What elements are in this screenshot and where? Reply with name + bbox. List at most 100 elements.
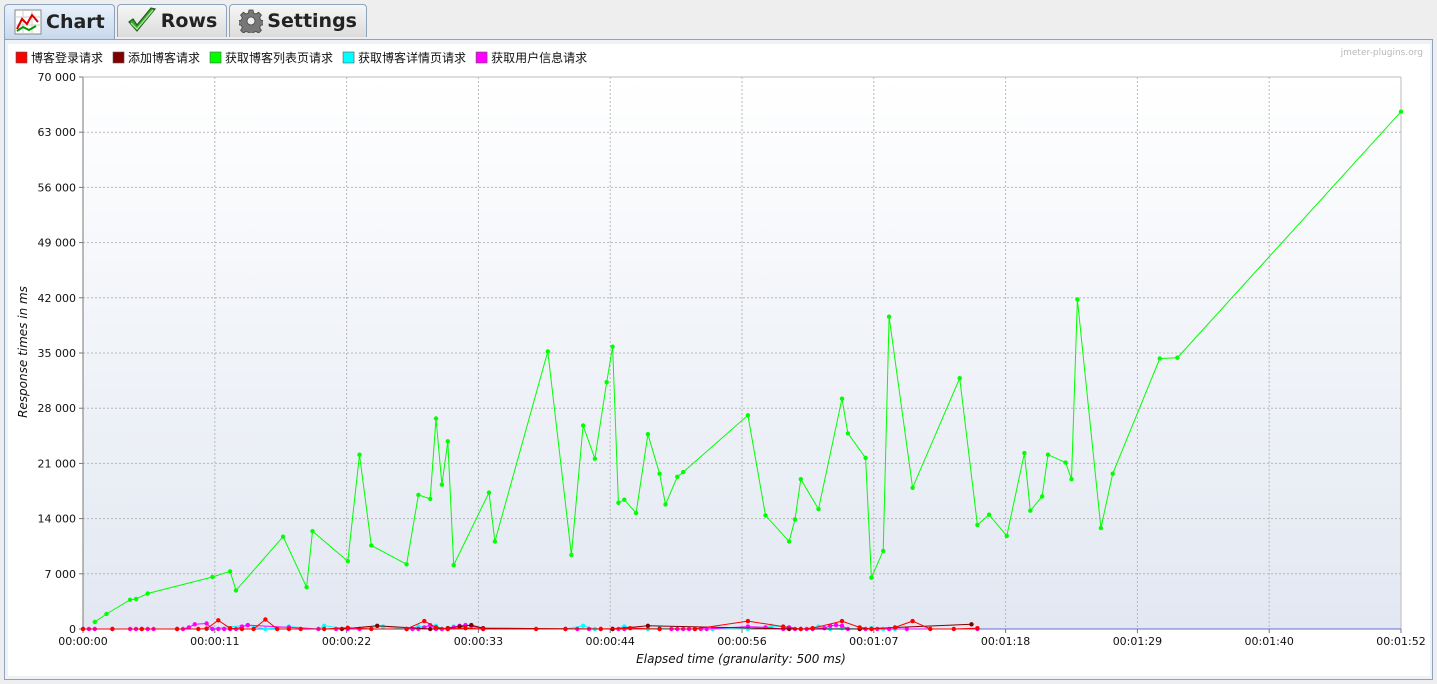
data-point (216, 618, 221, 623)
data-point (839, 396, 845, 401)
legend-label: 添加博客请求 (128, 50, 200, 65)
data-point (1039, 494, 1045, 499)
legend-swatch (342, 51, 355, 64)
data-point (357, 452, 362, 457)
data-point (975, 522, 980, 528)
x-tick-label: 00:00:22 (322, 635, 371, 648)
data-point (375, 623, 380, 628)
y-tick-label: 21 000 (38, 457, 77, 470)
legend-swatch (209, 51, 222, 64)
y-tick-label: 56 000 (38, 181, 77, 194)
x-tick-label: 00:01:29 (1113, 635, 1162, 648)
chart-area: 07 000 14 000 21 000 28 000 35 000 42 000 49 0… (8, 44, 1430, 676)
data-point (569, 552, 574, 558)
data-point (881, 548, 886, 554)
data-point (592, 456, 598, 461)
data-point (416, 626, 421, 632)
y-tick-label: 42 000 (38, 292, 77, 305)
data-point (192, 622, 197, 627)
data-point (545, 349, 550, 354)
x-tick-label: 00:00:33 (454, 635, 503, 648)
legend-label: 博客登录请求 (31, 50, 103, 65)
data-point (951, 626, 956, 632)
data-point (110, 626, 115, 632)
data-point (886, 314, 892, 319)
data-point (139, 626, 144, 632)
data-point (1175, 355, 1180, 360)
data-point (369, 543, 374, 548)
data-point (333, 626, 339, 632)
legend-label: 获取用户信息请求 (491, 50, 587, 65)
data-point (822, 626, 827, 631)
data-point (845, 431, 851, 436)
data-point (233, 588, 239, 593)
data-point (675, 474, 680, 479)
legend-swatch (15, 51, 28, 64)
data-point (204, 621, 209, 626)
x-tick-label: 00:00:11 (190, 635, 239, 648)
data-point (174, 626, 180, 632)
data-point (469, 622, 474, 628)
data-point (310, 529, 315, 534)
data-point (1110, 471, 1115, 476)
tab-bar: Chart Rows Settings (4, 4, 367, 39)
data-point (422, 618, 427, 624)
legend-swatch (475, 51, 488, 64)
x-tick-label: 00:01:18 (981, 635, 1030, 648)
data-point (345, 559, 350, 564)
data-point (533, 626, 539, 632)
data-point (127, 597, 133, 602)
data-point (645, 432, 651, 437)
data-point (286, 626, 292, 632)
data-point (275, 626, 280, 632)
data-point (1075, 297, 1080, 302)
tab-chart[interactable]: Chart (4, 4, 115, 39)
data-point (445, 439, 450, 444)
x-tick-label: 00:00:00 (58, 635, 107, 648)
x-tick-label: 00:00:44 (585, 635, 634, 648)
data-point (222, 626, 227, 632)
x-tick-label: 00:01:40 (1244, 635, 1293, 648)
data-point (1398, 109, 1404, 114)
data-point (369, 626, 374, 632)
data-point (580, 423, 586, 428)
tab-settings[interactable]: Settings (229, 4, 367, 37)
data-point (610, 344, 615, 349)
data-point (786, 539, 792, 544)
chart-icon (14, 9, 42, 35)
legend-label: 获取博客详情页请求 (358, 50, 466, 65)
data-point (428, 626, 433, 632)
y-tick-label: 7 000 (45, 568, 77, 581)
y-tick-label: 70 000 (38, 71, 77, 84)
data-point (792, 517, 798, 522)
data-point (833, 622, 839, 628)
tab-chart-label: Chart (46, 11, 105, 33)
data-point (263, 617, 268, 622)
data-point (580, 623, 586, 628)
data-point (210, 574, 215, 580)
data-point (298, 626, 303, 632)
watermark: jmeter-plugins.org (1340, 48, 1423, 58)
data-point (433, 625, 439, 630)
data-point (1069, 477, 1074, 482)
data-point (227, 626, 233, 631)
data-point (1098, 525, 1104, 531)
x-tick-label: 00:00:56 (717, 635, 766, 648)
y-tick-label: 35 000 (38, 347, 77, 360)
data-point (633, 510, 639, 516)
data-point (910, 618, 915, 624)
data-point (681, 469, 686, 475)
y-tick-label: 63 000 (38, 126, 77, 139)
tab-rows[interactable]: Rows (116, 4, 228, 37)
data-point (339, 626, 345, 632)
data-point (1022, 450, 1027, 456)
data-point (204, 626, 209, 631)
data-point (986, 512, 992, 517)
y-tick-label: 14 000 (38, 513, 77, 526)
response-times-chart: 07 00014 00021 00028 00035 00042 00049 0… (15, 48, 1426, 666)
data-point (857, 625, 862, 630)
tab-rows-label: Rows (160, 10, 218, 32)
data-point (1028, 508, 1033, 513)
data-point (486, 490, 492, 495)
data-point (492, 539, 498, 544)
